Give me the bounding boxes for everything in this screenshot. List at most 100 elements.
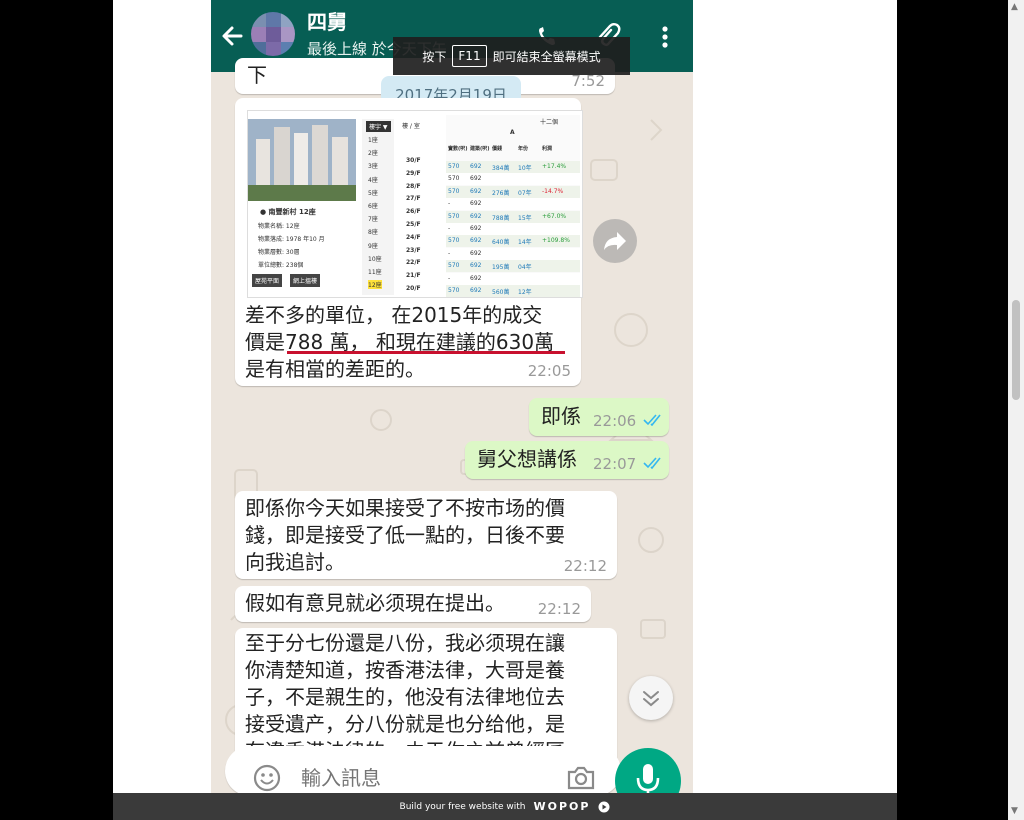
property-screenshot[interactable]: ● 南豐新村 12座 物業名稱: 12座 物業落成: 1978 年10 月 物業… bbox=[247, 110, 583, 298]
table-row bbox=[446, 223, 580, 235]
table-cell: 692 bbox=[470, 187, 482, 195]
table-row bbox=[446, 198, 580, 211]
message-line: 錢，即是接受了低一點的，日後不要 bbox=[245, 523, 565, 547]
info-row: 物業層數: 30層 bbox=[258, 249, 300, 256]
contact-name[interactable]: 四舅 bbox=[307, 6, 347, 35]
footer-ad-banner[interactable]: Build your free website with WOPOP bbox=[113, 793, 897, 820]
floor-item: 2座 bbox=[368, 150, 378, 158]
message-input[interactable] bbox=[301, 766, 541, 790]
image-message-bubble[interactable]: ● 南豐新村 12座 物業名稱: 12座 物業落成: 1978 年10 月 物業… bbox=[235, 98, 583, 386]
table-cell: - bbox=[448, 200, 451, 208]
scroll-down-button[interactable] bbox=[629, 676, 673, 720]
table-cell: 384萬 bbox=[492, 165, 510, 172]
table-row bbox=[446, 285, 580, 297]
message-time: 22:06 bbox=[593, 412, 637, 430]
floor-item: 5座 bbox=[368, 189, 378, 197]
table-cell: 640萬 bbox=[492, 239, 510, 247]
mic-icon bbox=[636, 764, 660, 795]
table-header: 年份 bbox=[518, 146, 529, 152]
message-time: 22:07 bbox=[593, 455, 637, 473]
message-bubble-out[interactable]: 即係 22:06 bbox=[529, 398, 669, 436]
floor-item: 10座 bbox=[368, 255, 382, 263]
table-header: 實數(呎) bbox=[448, 146, 468, 152]
camera-icon[interactable] bbox=[565, 764, 597, 792]
message-bubble-in[interactable]: 假如有意見就必须現在提出。 22:12 bbox=[235, 586, 591, 622]
arrow-left-icon[interactable] bbox=[219, 20, 247, 52]
table-cell: 570 bbox=[448, 287, 460, 294]
table-cell: 692 bbox=[470, 274, 482, 282]
message-line: 即係你今天如果接受了不按市场的價 bbox=[245, 496, 565, 520]
f11-key: F11 bbox=[452, 45, 487, 67]
table-cell: +17.4% bbox=[542, 163, 567, 170]
floor-header-2: 樓 / 室 bbox=[402, 123, 420, 130]
floor-item: 4座 bbox=[368, 176, 378, 184]
message-line: 子，不是親生的，他没有法律地位去 bbox=[245, 685, 565, 709]
emoji-icon[interactable] bbox=[253, 764, 281, 792]
scroll-down-arrow-icon[interactable]: ▼ bbox=[1011, 806, 1018, 816]
floor-unit: 30/F bbox=[406, 157, 421, 164]
message-input-bar bbox=[225, 746, 621, 795]
floor-unit: 23/F bbox=[406, 246, 421, 254]
table-option: 十二個 bbox=[540, 119, 559, 126]
table-cell: 570 bbox=[448, 237, 460, 245]
table-cell: 560萬 bbox=[492, 289, 510, 296]
floor-unit: 22/F bbox=[406, 259, 421, 267]
wopop-logo[interactable]: WOPOP bbox=[534, 800, 591, 813]
message-line: 你清楚知道，按香港法律，大哥是養 bbox=[245, 658, 565, 682]
message-bubble-out[interactable]: 舅父想講係 22:07 bbox=[465, 441, 669, 479]
floor-unit: 25/F bbox=[406, 221, 421, 228]
mic-button[interactable] bbox=[615, 748, 681, 795]
floor-unit: 29/F bbox=[406, 169, 421, 177]
table-cell: 692 bbox=[470, 225, 482, 232]
scrollbar-thumb[interactable] bbox=[1012, 300, 1020, 400]
table-cell: 10年 bbox=[518, 165, 532, 172]
message-line: 接受遺产，分八份就是也分给他，是 bbox=[245, 712, 565, 736]
table-title: A bbox=[510, 129, 515, 136]
transaction-table: 十二個 A 實數(呎) 建築(呎) 價錢 年份 利潤 570 692 384萬 10年 +17.… bbox=[446, 115, 580, 297]
table-cell: 570 bbox=[448, 262, 460, 270]
table-cell: 15年 bbox=[518, 214, 532, 222]
floor-item: 11座 bbox=[368, 269, 382, 276]
table-cell: 692 bbox=[470, 287, 482, 294]
footer-ad-text: Build your free website with bbox=[399, 801, 526, 812]
read-ticks-icon bbox=[643, 414, 661, 426]
table-cell: 692 bbox=[470, 262, 482, 270]
table-cell: -14.7% bbox=[542, 187, 564, 195]
estate-name: ● 南豐新村 12座 bbox=[260, 208, 316, 216]
table-cell: +67.0% bbox=[542, 212, 567, 220]
message-text: 即係 bbox=[541, 404, 581, 428]
message-text: 假如有意見就必须現在提出。 bbox=[245, 591, 505, 615]
forward-icon[interactable] bbox=[593, 219, 637, 263]
table-cell: 692 bbox=[470, 200, 482, 208]
fullscreen-notice-suffix: 即可結束全螢幕模式 bbox=[492, 49, 601, 64]
floor-item: 8座 bbox=[368, 229, 378, 237]
message-bubble-in[interactable]: 即係你今天如果接受了不按市场的價 錢，即是接受了低一點的，日後不要 向我追討。 22… bbox=[235, 491, 617, 579]
message-text: 下 bbox=[247, 63, 267, 87]
table-cell: 276萬 bbox=[492, 189, 510, 197]
floor-unit: 21/F bbox=[406, 272, 421, 280]
floor-item: 3座 bbox=[368, 163, 378, 171]
table-cell: 04年 bbox=[518, 264, 532, 272]
table-cell: 692 bbox=[470, 212, 482, 220]
building-photo bbox=[248, 119, 356, 201]
fullscreen-notice: 按下 F11 即可結束全螢幕模式 bbox=[393, 37, 630, 75]
table-cell: 07年 bbox=[518, 189, 532, 197]
floor-unit: 24/F bbox=[406, 233, 421, 241]
floor-item: 1座 bbox=[368, 137, 378, 144]
read-ticks-icon bbox=[643, 457, 661, 469]
floor-item: 6座 bbox=[368, 203, 378, 210]
scroll-up-arrow-icon[interactable]: ▲ bbox=[1011, 2, 1018, 12]
avatar[interactable] bbox=[251, 12, 295, 56]
floor-header: 樓宇 ▼ bbox=[366, 121, 391, 132]
table-row bbox=[446, 247, 580, 260]
browser-scrollbar[interactable]: ▲ ▼ bbox=[1008, 0, 1024, 820]
table-cell: 788萬 bbox=[492, 214, 510, 222]
floor-unit: 28/F bbox=[406, 182, 421, 190]
chat-screen: 四舅 最後上線 於今天下午 下 7:52 2017年2月19日 ● 南豐新村 1… bbox=[211, 0, 693, 795]
more-vert-icon[interactable] bbox=[651, 20, 679, 52]
table-cell: - bbox=[448, 225, 451, 232]
message-time: 22:12 bbox=[537, 600, 581, 618]
table-cell: 14年 bbox=[518, 239, 532, 247]
play-icon bbox=[598, 801, 610, 812]
message-line: 至于分七份還是八份，我必须現在讓 bbox=[245, 631, 565, 655]
